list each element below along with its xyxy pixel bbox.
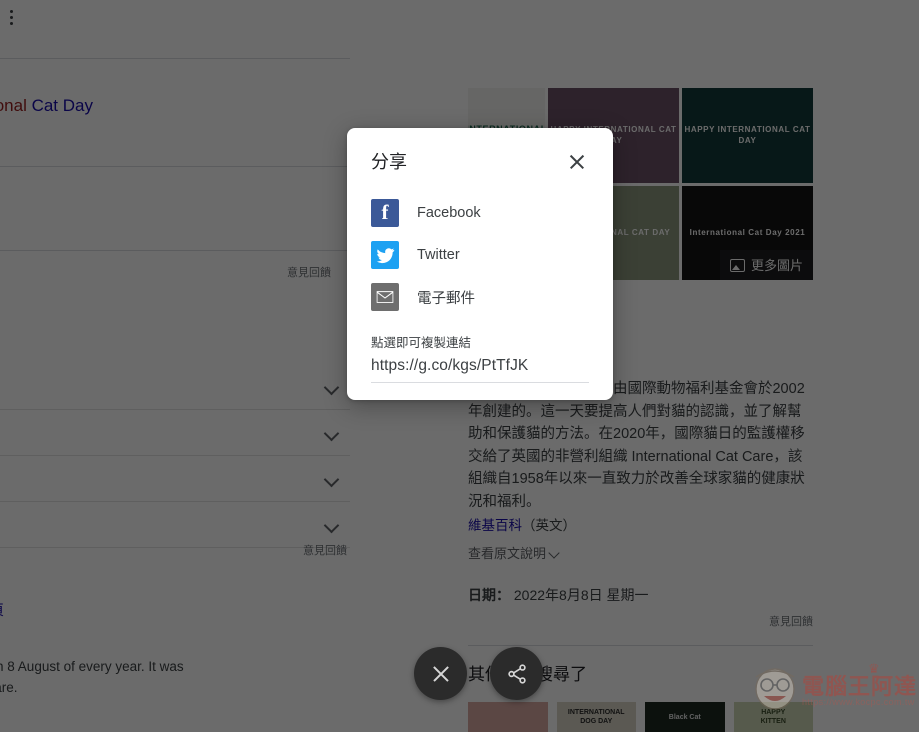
copy-link-label: 點選即可複製連結 xyxy=(371,332,589,351)
share-option-facebook[interactable]: f Facebook xyxy=(371,192,589,234)
close-icon xyxy=(430,663,452,685)
share-fab[interactable] xyxy=(490,647,543,700)
share-option-twitter[interactable]: Twitter xyxy=(371,234,589,276)
share-url-field[interactable]: https://g.co/kgs/PtTfJK xyxy=(371,357,589,383)
facebook-icon: f xyxy=(371,199,399,227)
share-icon xyxy=(506,663,528,685)
close-icon[interactable] xyxy=(565,150,589,174)
share-options-list: f Facebook Twitter 電子郵件 xyxy=(371,192,589,318)
share-dialog-title: 分享 xyxy=(371,150,407,174)
share-option-label: Twitter xyxy=(417,247,460,263)
share-dialog: 分享 f Facebook Twitter 電子郵件 點選即可複製連結 xyxy=(347,128,613,400)
twitter-icon xyxy=(371,241,399,269)
screenshot-root: Day nternational Cat Day 意見回饋 意見回饋 這個網頁 … xyxy=(0,0,919,732)
share-option-email[interactable]: 電子郵件 xyxy=(371,276,589,318)
share-option-label: Facebook xyxy=(417,205,481,221)
email-icon xyxy=(371,283,399,311)
share-url-value: https://g.co/kgs/PtTfJK xyxy=(371,357,528,374)
share-dialog-header: 分享 xyxy=(371,150,589,174)
share-option-label: 電子郵件 xyxy=(417,287,475,308)
close-fab[interactable] xyxy=(414,647,467,700)
